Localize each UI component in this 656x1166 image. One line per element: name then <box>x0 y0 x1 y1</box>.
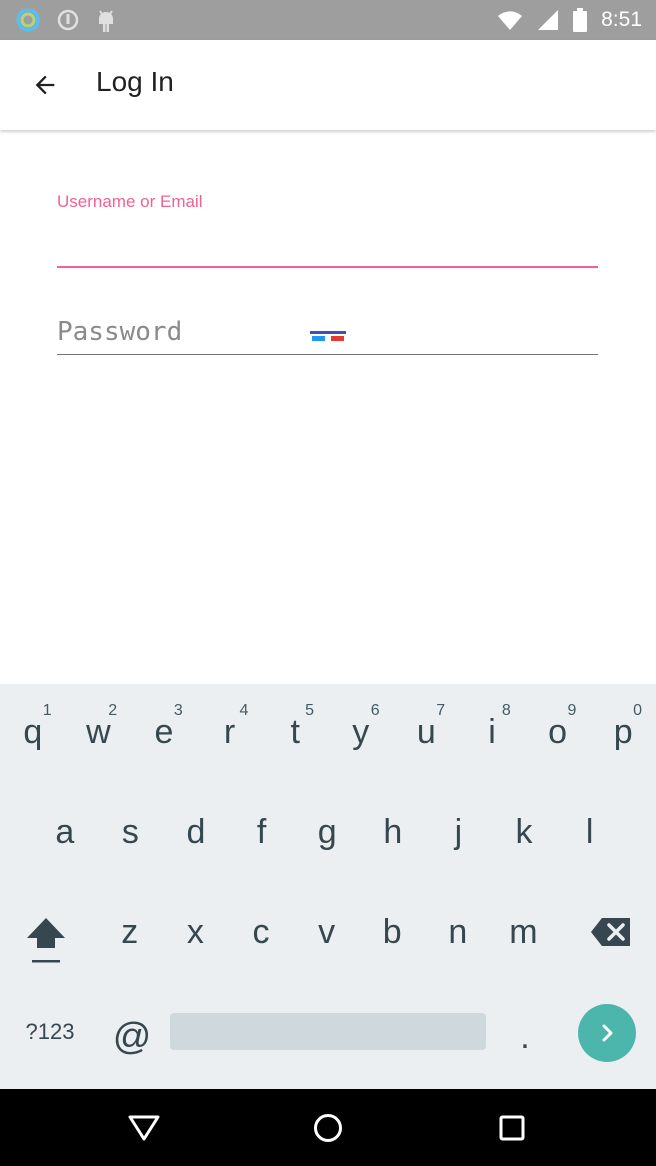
android-icon <box>99 10 113 32</box>
square-recents-icon <box>499 1115 525 1141</box>
key-s[interactable]: s <box>98 792 164 872</box>
key-label: o <box>548 712 568 751</box>
key-t[interactable]: 5t <box>262 692 328 772</box>
key-a[interactable]: a <box>32 792 98 872</box>
status-bar: 8:51 <box>0 0 656 40</box>
key-shift[interactable] <box>12 900 80 980</box>
username-input[interactable] <box>57 218 598 268</box>
status-right-group: 8:51 <box>497 0 642 40</box>
key-y[interactable]: 6y <box>328 692 394 772</box>
key-i[interactable]: 8i <box>459 692 525 772</box>
app-bar: Log In <box>0 40 656 130</box>
key-hint: 2 <box>108 702 118 719</box>
key-hint: 3 <box>173 702 183 719</box>
key-w[interactable]: 2w <box>66 692 132 772</box>
key-at[interactable]: @ <box>100 1002 164 1072</box>
nav-recents-button[interactable] <box>487 1103 537 1153</box>
key-label: t <box>290 712 300 751</box>
key-k[interactable]: k <box>491 792 557 872</box>
key-v[interactable]: v <box>294 892 360 972</box>
key-symbols[interactable]: ?123 <box>8 1002 92 1062</box>
key-symbols-label: ?123 <box>25 1019 75 1044</box>
info-circle-icon <box>57 9 79 31</box>
key-o[interactable]: 9o <box>525 692 591 772</box>
backspace-icon <box>591 918 630 946</box>
key-at-label: @ <box>112 1015 152 1058</box>
key-c[interactable]: c <box>228 892 294 972</box>
key-label: q <box>23 712 43 751</box>
key-n[interactable]: n <box>425 892 491 972</box>
key-label: r <box>223 712 236 751</box>
system-nav-bar <box>0 1089 656 1166</box>
key-g[interactable]: g <box>294 792 360 872</box>
nav-back-button[interactable] <box>119 1103 169 1153</box>
key-label: i <box>488 712 496 751</box>
key-hint: 7 <box>436 702 446 719</box>
key-f[interactable]: f <box>229 792 295 872</box>
key-h[interactable]: h <box>360 792 426 872</box>
key-hint: 5 <box>305 702 314 719</box>
key-m[interactable]: m <box>491 892 557 972</box>
shift-arrow-icon <box>27 918 65 963</box>
key-label: u <box>416 712 436 751</box>
key-next[interactable] <box>578 1004 636 1062</box>
status-time: 8:51 <box>601 8 642 31</box>
key-p[interactable]: 0p <box>590 692 656 772</box>
key-l[interactable]: l <box>557 792 623 872</box>
key-space[interactable] <box>170 1013 486 1050</box>
password-manager-icon[interactable] <box>310 329 346 343</box>
key-b[interactable]: b <box>359 892 425 972</box>
key-e[interactable]: 3e <box>131 692 197 772</box>
key-x[interactable]: x <box>163 892 229 972</box>
key-hint: 1 <box>42 702 52 719</box>
soft-keyboard: 1q2w3e4r5t6y7u8i9o0p asdfghjkl zxcvbnm ?… <box>0 684 656 1089</box>
key-z[interactable]: z <box>97 892 163 972</box>
signal-icon <box>538 10 559 30</box>
key-hint: 0 <box>633 702 642 719</box>
key-j[interactable]: j <box>426 792 492 872</box>
key-hint: 6 <box>370 702 380 719</box>
page-title: Log In <box>96 66 174 97</box>
key-label: w <box>86 712 111 751</box>
triangle-back-icon <box>128 1115 160 1141</box>
wifi-icon <box>498 11 523 30</box>
key-label: y <box>352 712 370 751</box>
key-q[interactable]: 1q <box>0 692 66 772</box>
key-u[interactable]: 7u <box>394 692 460 772</box>
key-r[interactable]: 4r <box>197 692 263 772</box>
key-backspace[interactable] <box>576 892 646 972</box>
key-hint: 9 <box>567 702 577 719</box>
key-hint: 8 <box>501 702 511 719</box>
circle-home-icon <box>314 1114 342 1142</box>
nav-home-button[interactable] <box>303 1103 353 1153</box>
key-hint: 4 <box>239 702 249 719</box>
key-period-label: . <box>520 1017 530 1056</box>
key-label: p <box>613 712 633 751</box>
key-period[interactable]: . <box>500 1002 550 1072</box>
ring-app-icon <box>16 8 40 32</box>
key-label: e <box>154 712 174 751</box>
username-label: Username or Email <box>57 192 203 211</box>
arrow-left-icon <box>35 75 55 95</box>
chevron-right-icon <box>602 1024 613 1042</box>
key-d[interactable]: d <box>163 792 229 872</box>
back-button[interactable] <box>22 62 68 108</box>
battery-icon <box>573 8 588 32</box>
